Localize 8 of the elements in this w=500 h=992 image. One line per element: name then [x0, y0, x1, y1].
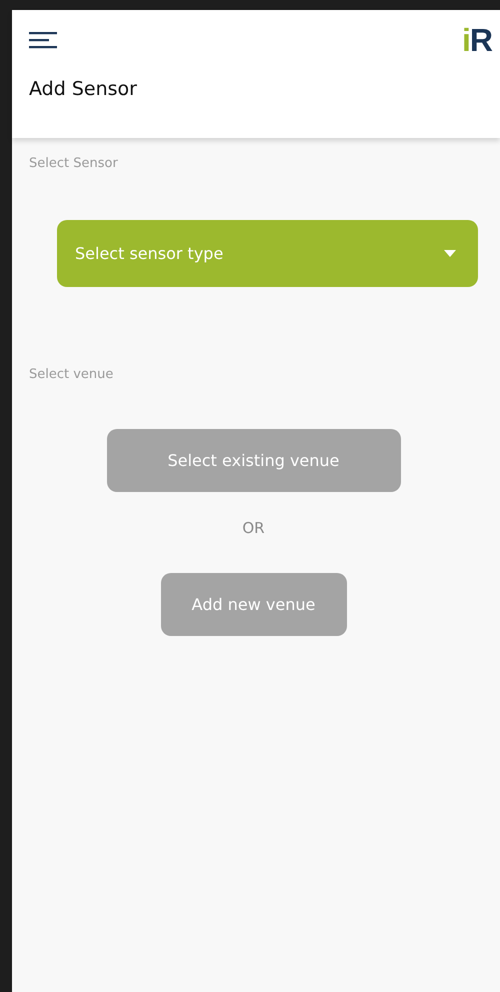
page-title: Add Sensor [29, 78, 138, 100]
caret-icon [444, 250, 456, 257]
separator-text: OR [242, 519, 265, 537]
menu-icon[interactable] [29, 31, 57, 49]
section-label: Select venue [29, 367, 114, 382]
section-label: Select Sensor [29, 156, 119, 171]
sensor-type-dropdown[interactable]: Select sensor type [57, 220, 478, 287]
logo: iR [462, 24, 492, 56]
